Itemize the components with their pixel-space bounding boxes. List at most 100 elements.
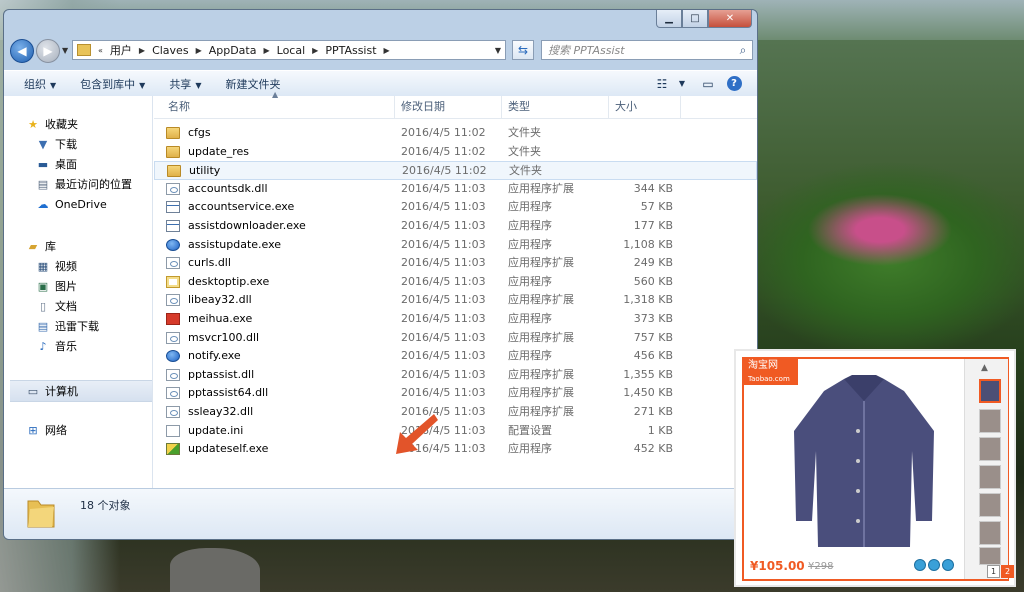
- close-button[interactable]: ✕: [708, 10, 752, 28]
- chevron-right-icon[interactable]: ▶: [260, 46, 272, 55]
- ad-thumbnail[interactable]: [979, 409, 1001, 433]
- sidebar-item-thunder-downloads[interactable]: ▤ 迅雷下载: [4, 316, 152, 336]
- file-row[interactable]: update_res 2016/4/5 11:02 文件夹: [154, 143, 757, 162]
- ad-page-2[interactable]: 2: [1001, 565, 1014, 578]
- ad-thumbnail[interactable]: [979, 493, 1001, 517]
- sidebar-item-computer[interactable]: ▭ 计算机: [10, 380, 152, 402]
- column-header-type[interactable]: 类型: [502, 96, 609, 118]
- column-header-size[interactable]: 大小: [609, 96, 681, 118]
- navigation-pane[interactable]: ★ 收藏夹 ▼ 下载 ▬ 桌面 ▤ 最近访问的位置 ☁ OneDrive ▰ 库 ▦ 视频 ▣…: [4, 96, 153, 488]
- file-name-cell[interactable]: utility: [167, 162, 397, 180]
- file-name-cell[interactable]: ssleay32.dll: [166, 403, 396, 421]
- sidebar-item-videos[interactable]: ▦ 视频: [4, 256, 152, 276]
- preview-pane-button[interactable]: ▭: [699, 76, 717, 92]
- file-row[interactable]: meihua.exe 2016/4/5 11:03 应用程序 373 KB: [154, 310, 757, 329]
- column-header-date[interactable]: 修改日期: [395, 96, 502, 118]
- sidebar-item-recent-places[interactable]: ▤ 最近访问的位置: [4, 174, 152, 194]
- help-button[interactable]: ?: [725, 76, 743, 92]
- sidebar-item-desktop[interactable]: ▬ 桌面: [4, 154, 152, 174]
- file-row[interactable]: ssleay32.dll 2016/4/5 11:03 应用程序扩展 271 KB: [154, 403, 757, 422]
- refresh-button[interactable]: ⇆: [512, 40, 534, 60]
- sidebar-item-onedrive[interactable]: ☁ OneDrive: [4, 194, 152, 214]
- chevron-right-icon[interactable]: ▶: [136, 46, 148, 55]
- overflow-chevron-icon[interactable]: «: [95, 46, 106, 55]
- file-name-cell[interactable]: curls.dll: [166, 254, 396, 272]
- ad-page-1[interactable]: 1: [987, 565, 1000, 578]
- file-name-cell[interactable]: assistupdate.exe: [166, 236, 396, 254]
- breadcrumb-users[interactable]: 用户: [106, 42, 136, 58]
- file-list[interactable]: ▲ 名称 修改日期 类型 大小 cfgs 2016/4/5 11:02 文件夹 upd…: [154, 90, 757, 488]
- view-dropdown-icon[interactable]: ▼: [673, 76, 691, 92]
- back-button[interactable]: ◀: [10, 39, 34, 63]
- breadcrumb-local[interactable]: Local: [273, 44, 310, 57]
- file-row[interactable]: libeay32.dll 2016/4/5 11:03 应用程序扩展 1,318 KB: [154, 291, 757, 310]
- ad-thumbnail[interactable]: [979, 547, 1001, 565]
- sidebar-item-downloads[interactable]: ▼ 下载: [4, 134, 152, 154]
- file-name-cell[interactable]: accountservice.exe: [166, 198, 396, 216]
- title-bar[interactable]: ▁ □ ✕: [4, 10, 757, 37]
- file-name-cell[interactable]: update.ini: [166, 422, 396, 440]
- file-name-cell[interactable]: pptassist64.dll: [166, 384, 396, 402]
- new-folder-button[interactable]: 新建文件夹: [211, 76, 290, 92]
- ad-thumbnail[interactable]: [979, 465, 1001, 489]
- file-row[interactable]: pptassist.dll 2016/4/5 11:03 应用程序扩展 1,355 K…: [154, 366, 757, 385]
- file-name-cell[interactable]: updateself.exe: [166, 440, 396, 458]
- address-dropdown-icon[interactable]: ▼: [491, 46, 505, 55]
- file-name-cell[interactable]: notify.exe: [166, 347, 396, 365]
- minimize-button[interactable]: ▁: [656, 10, 682, 28]
- search-input[interactable]: 搜索 PPTAssist: [542, 42, 734, 58]
- ad-thumbnail[interactable]: [979, 521, 1001, 545]
- chevron-right-icon[interactable]: ▶: [309, 46, 321, 55]
- include-in-library-button[interactable]: 包含到库中 ▼: [66, 76, 155, 92]
- file-row[interactable]: assistupdate.exe 2016/4/5 11:03 应用程序 1,108 …: [154, 236, 757, 255]
- ad-thumbnail[interactable]: [979, 379, 1001, 403]
- ad-thumbnail[interactable]: [979, 437, 1001, 461]
- sidebar-item-music[interactable]: ♪ 音乐: [4, 336, 152, 356]
- taobao-ad-popup[interactable]: 淘宝网 Taobao.com ▲ ¥105.00 ¥298 1 2: [734, 349, 1016, 587]
- file-row[interactable]: pptassist64.dll 2016/4/5 11:03 应用程序扩展 1,450…: [154, 384, 757, 403]
- organize-button[interactable]: 组织 ▼: [4, 76, 66, 92]
- file-name-cell[interactable]: update_res: [166, 143, 396, 161]
- search-icon[interactable]: ⌕: [734, 43, 752, 58]
- file-row[interactable]: updateself.exe 2016/4/5 11:03 应用程序 452 KB: [154, 440, 757, 459]
- breadcrumb-pptassist[interactable]: PPTAssist: [321, 44, 380, 57]
- file-name-cell[interactable]: msvcr100.dll: [166, 329, 396, 347]
- file-row[interactable]: accountservice.exe 2016/4/5 11:03 应用程序 57 K…: [154, 198, 757, 217]
- file-name-cell[interactable]: pptassist.dll: [166, 366, 396, 384]
- file-row[interactable]: assistdownloader.exe 2016/4/5 11:03 应用程序 17…: [154, 217, 757, 236]
- view-options-button[interactable]: ☷: [653, 76, 671, 92]
- file-row[interactable]: desktoptip.exe 2016/4/5 11:03 应用程序 560 KB: [154, 273, 757, 292]
- sidebar-item-network[interactable]: ⊞ 网络: [4, 420, 152, 440]
- share-button[interactable]: 共享 ▼: [155, 76, 211, 92]
- file-row[interactable]: curls.dll 2016/4/5 11:03 应用程序扩展 249 KB: [154, 254, 757, 273]
- breadcrumb-appdata[interactable]: AppData: [205, 44, 261, 57]
- file-row[interactable]: cfgs 2016/4/5 11:02 文件夹: [154, 124, 757, 143]
- sidebar-item-pictures[interactable]: ▣ 图片: [4, 276, 152, 296]
- recent-pages-dropdown[interactable]: ▼: [62, 46, 68, 55]
- file-name-cell[interactable]: desktoptip.exe: [166, 273, 396, 291]
- maximize-button[interactable]: □: [682, 10, 708, 28]
- sidebar-item-favorites[interactable]: ★ 收藏夹: [4, 114, 152, 134]
- search-box[interactable]: 搜索 PPTAssist ⌕: [541, 40, 753, 60]
- file-row[interactable]: msvcr100.dll 2016/4/5 11:03 应用程序扩展 757 KB: [154, 329, 757, 348]
- file-name-cell[interactable]: assistdownloader.exe: [166, 217, 396, 235]
- file-name-cell[interactable]: libeay32.dll: [166, 291, 396, 309]
- file-name-cell[interactable]: meihua.exe: [166, 310, 396, 328]
- sidebar-item-library[interactable]: ▰ 库: [4, 236, 152, 256]
- column-header-name[interactable]: 名称: [162, 96, 395, 118]
- chevron-right-icon[interactable]: ▶: [381, 46, 393, 55]
- file-date: 2016/4/5 11:02: [402, 164, 487, 178]
- sidebar-item-documents[interactable]: ▯ 文档: [4, 296, 152, 316]
- file-row[interactable]: utility 2016/4/5 11:02 文件夹: [154, 161, 757, 180]
- breadcrumb-claves[interactable]: Claves: [148, 44, 193, 57]
- file-row[interactable]: update.ini 2016/4/5 11:03 配置设置 1 KB: [154, 422, 757, 441]
- address-bar[interactable]: « 用户 ▶ Claves ▶ AppData ▶ Local ▶ PPTAss…: [72, 40, 506, 60]
- forward-button[interactable]: ▶: [36, 39, 60, 63]
- file-name-cell[interactable]: cfgs: [166, 124, 396, 142]
- file-row[interactable]: accountsdk.dll 2016/4/5 11:03 应用程序扩展 344 KB: [154, 180, 757, 199]
- product-shirt-image[interactable]: [784, 371, 944, 551]
- chevron-right-icon[interactable]: ▶: [193, 46, 205, 55]
- file-name-cell[interactable]: accountsdk.dll: [166, 180, 396, 198]
- chevron-up-icon[interactable]: ▲: [981, 363, 988, 373]
- file-row[interactable]: notify.exe 2016/4/5 11:03 应用程序 456 KB: [154, 347, 757, 366]
